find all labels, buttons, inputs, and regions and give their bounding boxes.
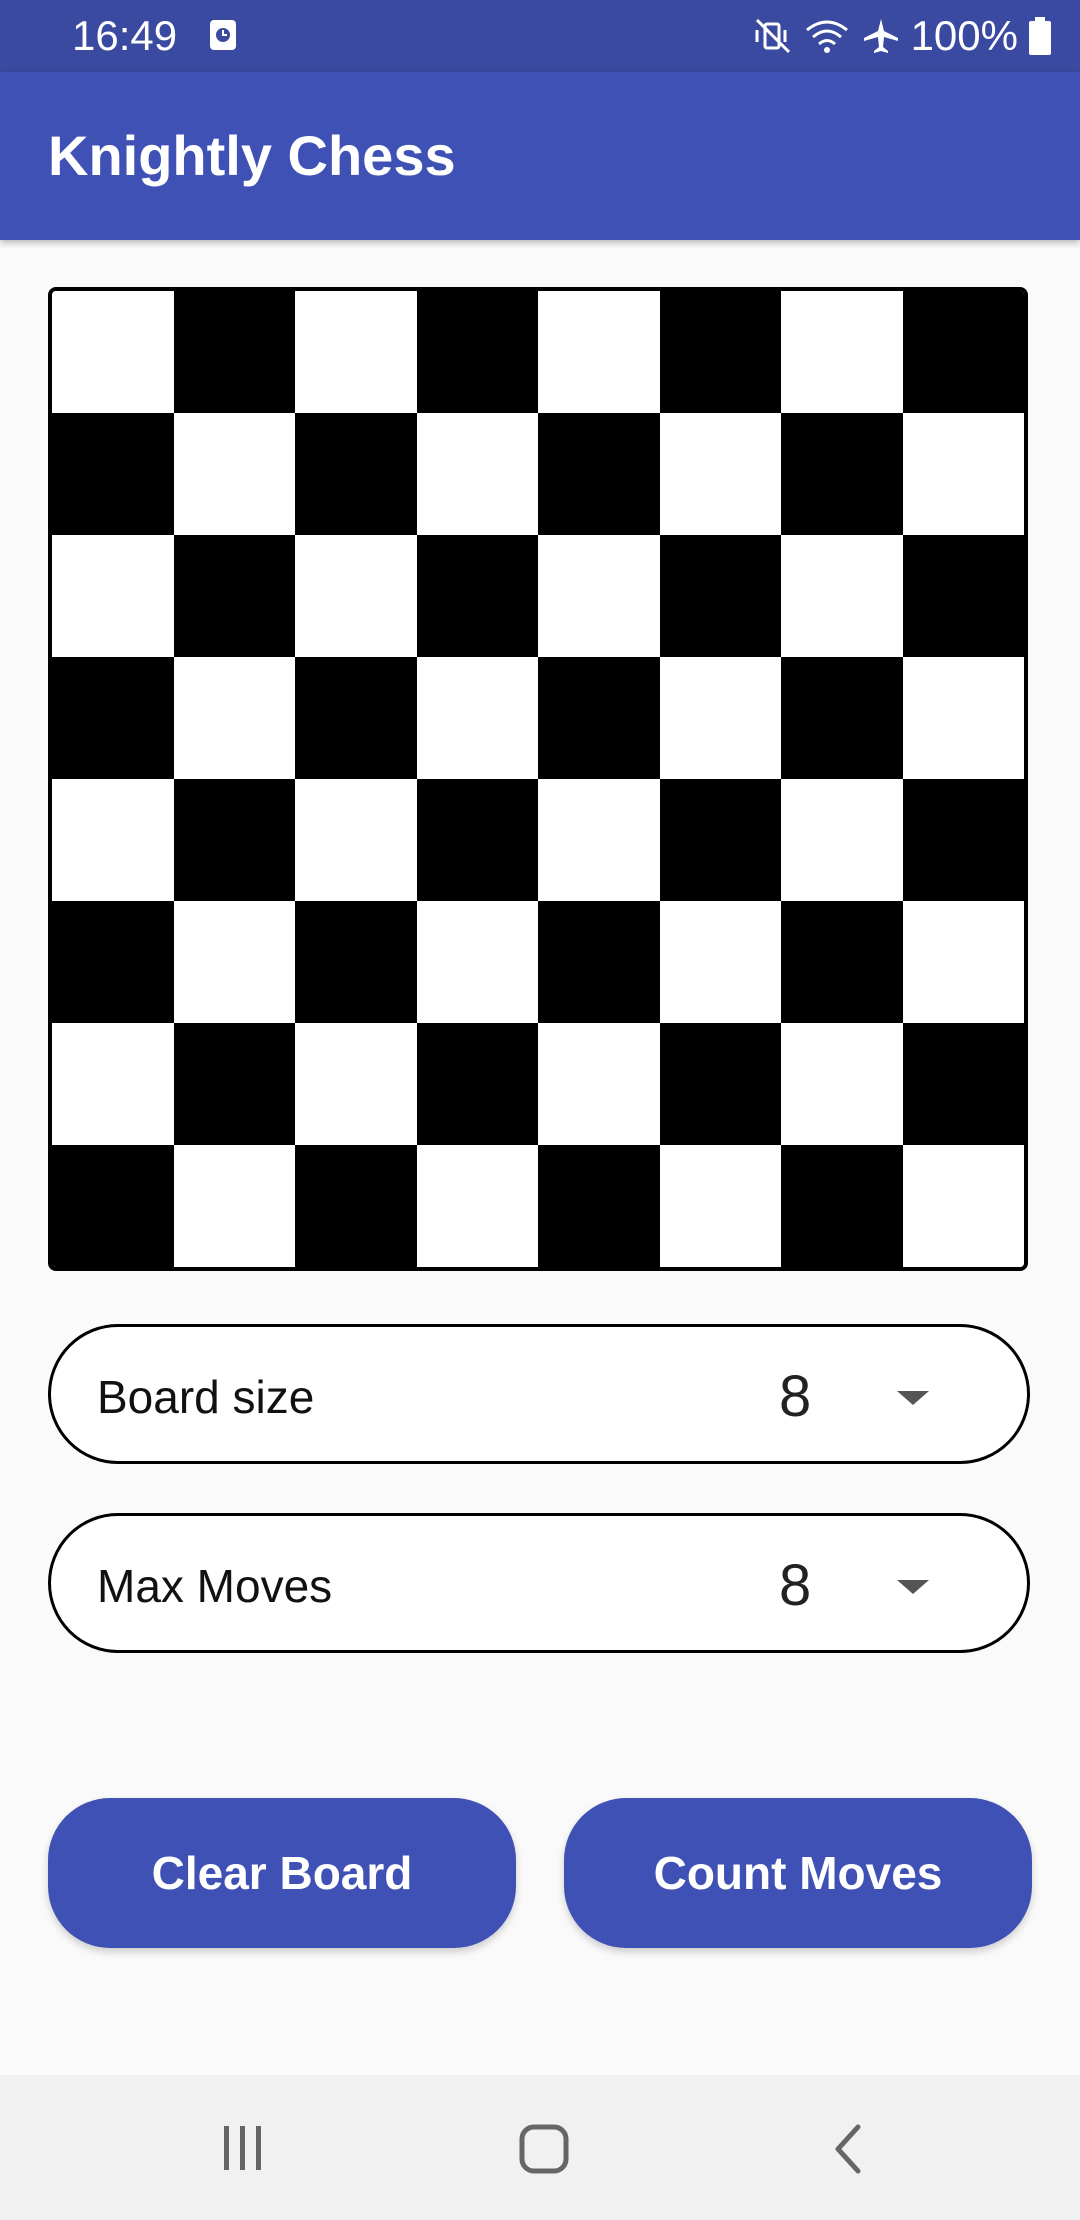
board-square[interactable] [416,291,538,413]
board-square[interactable] [902,291,1024,413]
board-square[interactable] [295,901,417,1023]
max-moves-value: 8 [779,1553,812,1618]
board-square[interactable] [173,291,295,413]
board-square[interactable] [538,1023,660,1145]
status-icons: 100% [753,10,1052,62]
board-square[interactable] [538,535,660,657]
dropdown-arrow-icon [897,1580,929,1594]
board-square[interactable] [173,657,295,779]
board-square[interactable] [659,901,781,1023]
board-square[interactable] [659,657,781,779]
board-square[interactable] [416,1023,538,1145]
board-square[interactable] [902,413,1024,535]
board-square[interactable] [538,413,660,535]
navigation-bar [0,2075,1080,2220]
chess-board[interactable] [48,287,1028,1271]
board-square[interactable] [781,291,903,413]
battery-icon [1028,16,1052,56]
board-square[interactable] [416,779,538,901]
count-moves-button[interactable]: Count Moves [564,1798,1032,1948]
board-square[interactable] [295,779,417,901]
recent-apps-icon[interactable] [220,2123,266,2178]
board-size-spinner[interactable]: Board size 8 [48,1324,1030,1464]
status-time: 16:49 [72,12,178,59]
board-square[interactable] [781,413,903,535]
board-square[interactable] [416,657,538,779]
board-square[interactable] [52,1145,174,1267]
board-square[interactable] [781,1145,903,1267]
board-square[interactable] [173,535,295,657]
board-square[interactable] [902,535,1024,657]
board-square[interactable] [416,535,538,657]
board-square[interactable] [659,1023,781,1145]
board-square[interactable] [52,779,174,901]
board-square[interactable] [659,535,781,657]
board-square[interactable] [902,657,1024,779]
board-square[interactable] [781,779,903,901]
app-title: Knightly Chess [48,124,456,187]
board-square[interactable] [538,901,660,1023]
board-square[interactable] [295,413,417,535]
board-square[interactable] [902,1023,1024,1145]
clock-badge-icon [208,18,238,52]
board-square[interactable] [52,291,174,413]
board-square[interactable] [781,535,903,657]
board-square[interactable] [538,1145,660,1267]
airplane-icon [861,16,901,56]
board-square[interactable] [173,413,295,535]
board-square[interactable] [416,1145,538,1267]
board-square[interactable] [52,535,174,657]
board-square[interactable] [781,657,903,779]
max-moves-label: Max Moves [97,1560,333,1612]
board-square[interactable] [538,779,660,901]
board-square[interactable] [659,779,781,901]
app-bar: Knightly Chess [0,72,1080,240]
board-square[interactable] [538,657,660,779]
back-icon[interactable] [830,2123,864,2180]
board-square[interactable] [416,901,538,1023]
board-square[interactable] [659,291,781,413]
home-icon[interactable] [518,2123,570,2180]
board-size-value: 8 [779,1364,812,1429]
board-square[interactable] [295,657,417,779]
board-square[interactable] [52,657,174,779]
board-square[interactable] [295,291,417,413]
board-square[interactable] [52,901,174,1023]
board-square[interactable] [173,779,295,901]
board-square[interactable] [781,901,903,1023]
status-bar: 16:49 100% [0,0,1080,72]
board-square[interactable] [173,1145,295,1267]
board-square[interactable] [295,1023,417,1145]
mute-vibrate-icon [753,16,793,56]
board-size-label: Board size [97,1371,315,1423]
board-square[interactable] [781,1023,903,1145]
board-square[interactable] [416,413,538,535]
wifi-icon [803,16,851,56]
board-square[interactable] [902,779,1024,901]
board-square[interactable] [659,413,781,535]
board-square[interactable] [52,1023,174,1145]
board-square[interactable] [295,535,417,657]
dropdown-arrow-icon [897,1391,929,1405]
board-square[interactable] [902,901,1024,1023]
board-square[interactable] [173,1023,295,1145]
board-square[interactable] [538,291,660,413]
board-square[interactable] [659,1145,781,1267]
max-moves-spinner[interactable]: Max Moves 8 [48,1513,1030,1653]
clear-board-button[interactable]: Clear Board [48,1798,516,1948]
board-square[interactable] [52,413,174,535]
board-square[interactable] [173,901,295,1023]
battery-percent: 100% [910,12,1018,59]
board-square[interactable] [902,1145,1024,1267]
board-square[interactable] [295,1145,417,1267]
